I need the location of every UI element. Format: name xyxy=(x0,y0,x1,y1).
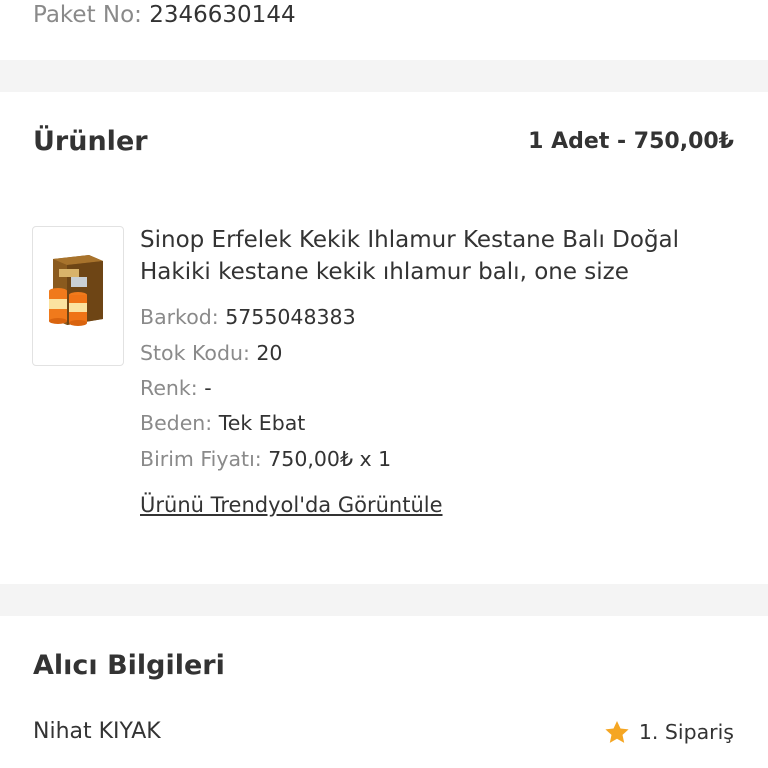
attribute-value: Tek Ebat xyxy=(218,411,306,435)
star-icon xyxy=(605,720,629,743)
products-section-title: Ürünler xyxy=(33,126,148,157)
product-attribute-stock-code: Stok Kodu: 20 xyxy=(140,341,282,365)
product-attribute-unit-price: Birim Fiyatı: 750,00₺ x 1 xyxy=(140,447,391,471)
order-count-badge: 1. Sipariş xyxy=(603,717,734,747)
attribute-label: Stok Kodu: xyxy=(140,341,250,365)
product-image[interactable] xyxy=(32,226,124,366)
package-number-value: 2346630144 xyxy=(149,2,296,28)
attribute-label: Renk: xyxy=(140,376,198,400)
products-summary: 1 Adet - 750,00₺ xyxy=(528,129,734,154)
honey-jars-image xyxy=(49,255,103,326)
product-attribute-color: Renk: - xyxy=(140,376,212,400)
package-number-label: Paket No: xyxy=(33,2,142,28)
order-count-text: 1. Sipariş xyxy=(638,720,734,744)
order-detail-page: Paket No: 2346630144 Ürünler 1 Adet - 75… xyxy=(0,0,768,768)
attribute-label: Beden: xyxy=(140,411,213,435)
product-name[interactable]: Sinop Erfelek Kekik Ihlamur Kestane Balı… xyxy=(140,224,750,288)
section-divider xyxy=(0,584,768,616)
view-on-trendyol-link[interactable]: Ürünü Trendyol'da Görüntüle xyxy=(140,493,443,517)
attribute-value: - xyxy=(204,376,212,400)
attribute-value: 750,00₺ x 1 xyxy=(268,447,392,471)
attribute-label: Birim Fiyatı: xyxy=(140,447,262,471)
attribute-value: 20 xyxy=(256,341,283,365)
buyer-name: Nihat KIYAK xyxy=(33,719,161,744)
attribute-label: Barkod: xyxy=(140,305,219,329)
attribute-value: 5755048383 xyxy=(225,305,356,329)
package-number-row: Paket No: 2346630144 xyxy=(33,0,296,30)
product-attribute-barcode: Barkod: 5755048383 xyxy=(140,305,356,329)
buyer-section-title: Alıcı Bilgileri xyxy=(33,650,225,681)
section-divider xyxy=(0,60,768,92)
product-attribute-size: Beden: Tek Ebat xyxy=(140,411,305,435)
